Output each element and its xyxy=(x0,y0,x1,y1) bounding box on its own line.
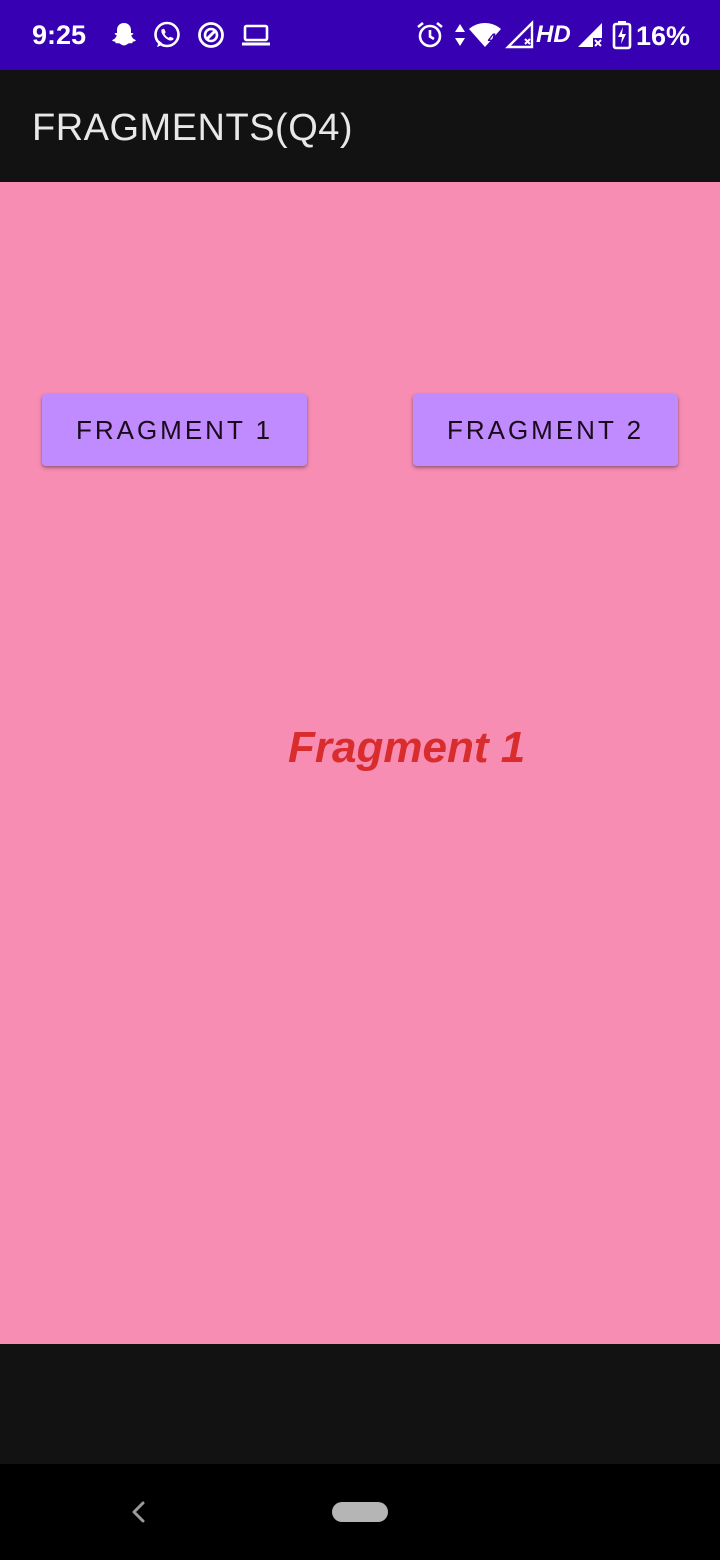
whatsapp-icon xyxy=(154,21,180,48)
wifi-badge: 4 xyxy=(488,30,496,46)
fragment-container: FRAGMENT 1 FRAGMENT 2 Fragment 1 xyxy=(0,182,720,1344)
battery-charging-icon xyxy=(612,21,632,50)
app-bar: FRAGMENTS(Q4) xyxy=(0,70,720,182)
home-pill-icon[interactable] xyxy=(332,1502,388,1522)
network-label: HD xyxy=(536,21,571,48)
fragment-2-button[interactable]: FRAGMENT 2 xyxy=(413,394,678,466)
fragment-1-button[interactable]: FRAGMENT 1 xyxy=(42,394,307,466)
snapchat-icon xyxy=(112,23,136,46)
status-time: 9:25 xyxy=(32,20,87,50)
bottom-band xyxy=(0,1344,720,1464)
alarm-icon xyxy=(417,21,443,48)
laptop-icon xyxy=(242,24,270,46)
status-bar: 9:25 4 HD 16% xyxy=(0,0,720,70)
battery-percent: 16% xyxy=(636,21,691,51)
app-title: FRAGMENTS(Q4) xyxy=(32,107,354,149)
navigation-bar xyxy=(0,1464,720,1560)
signal-icon xyxy=(505,20,534,49)
signal-icon-2 xyxy=(578,23,603,48)
back-icon[interactable] xyxy=(124,1497,154,1527)
fragment-text: Fragment 1 xyxy=(288,723,526,772)
circle-app-icon xyxy=(198,22,224,48)
wifi-icon xyxy=(469,23,501,47)
